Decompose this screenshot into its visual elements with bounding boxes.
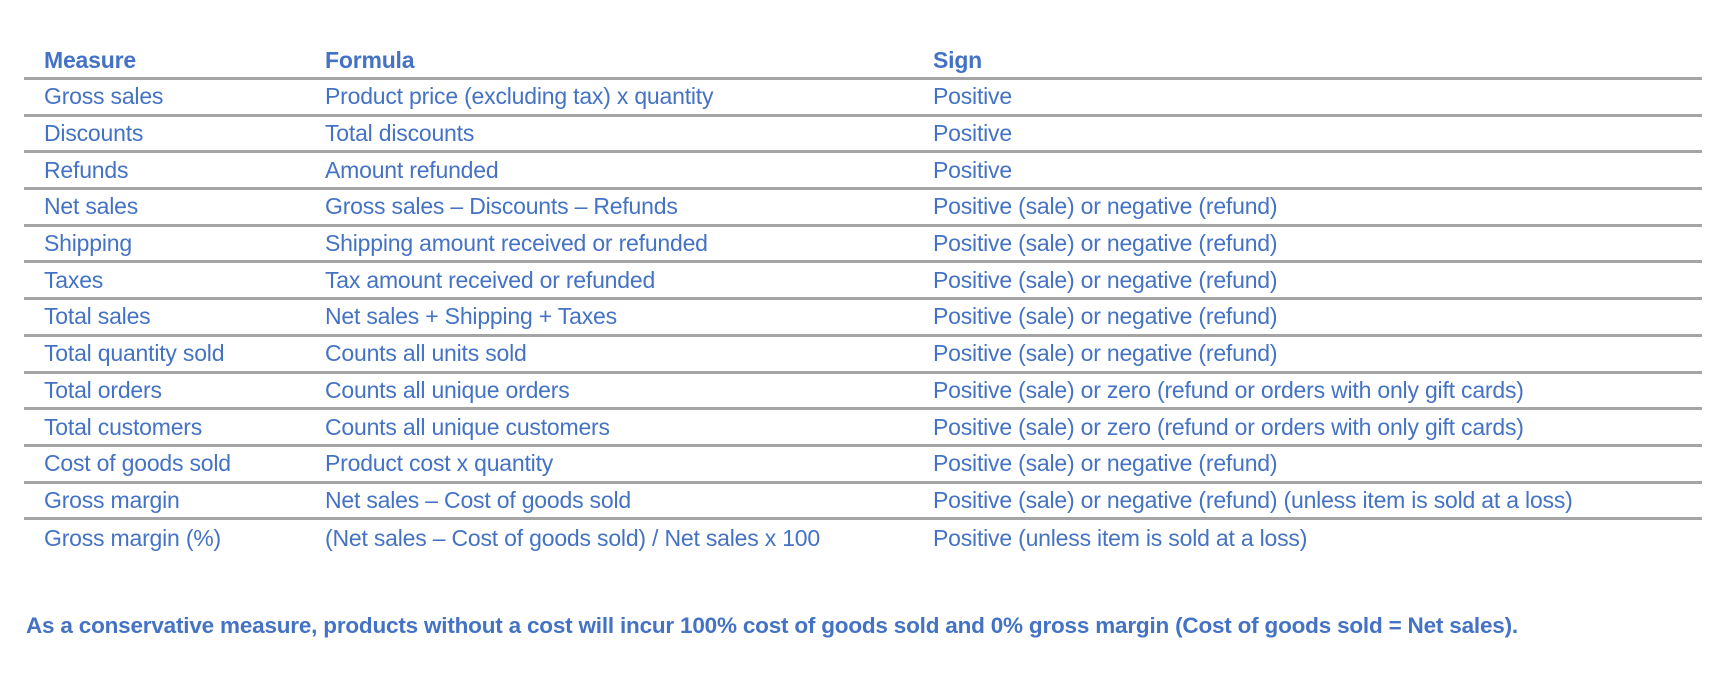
sign-cell: Positive (sale) or negative (refund)	[933, 340, 1278, 367]
formula-cell: Product cost x quantity	[325, 450, 554, 477]
sign-cell: Positive (sale) or negative (refund)	[933, 266, 1278, 293]
measure-cell: Taxes	[44, 266, 104, 293]
header-sign: Sign	[933, 47, 983, 73]
table-row: Shipping Shipping amount received or refu…	[24, 227, 1702, 264]
measure-cell: Shipping	[44, 230, 132, 257]
formula-cell: (Net sales – Cost of goods sold) / Net s…	[325, 525, 820, 552]
sign-cell: Positive	[933, 120, 1012, 147]
sign-cell: Positive (sale) or negative (refund)	[933, 450, 1278, 477]
formula-cell: Counts all units sold	[325, 340, 527, 367]
header-measure: Measure	[44, 47, 136, 73]
formula-cell: Net sales – Cost of goods sold	[325, 486, 631, 513]
table-row: Cost of goods sold Product cost x quantit…	[24, 447, 1702, 484]
sign-cell: Positive	[933, 83, 1012, 110]
measure-cell: Gross margin (%)	[44, 525, 221, 552]
header-formula: Formula	[325, 47, 415, 73]
measure-cell: Total orders	[44, 376, 162, 403]
formula-cell: Product price (excluding tax) x quantity	[325, 83, 714, 110]
measure-cell: Total quantity sold	[44, 340, 225, 367]
measure-cell: Gross margin	[44, 486, 180, 513]
measure-cell: Discounts	[44, 120, 144, 147]
table-row: Gross sales Product price (excluding tax)…	[24, 80, 1702, 117]
footnote: As a conservative measure, products with…	[26, 613, 1518, 638]
table-row: Net sales Gross sales – Discounts – Refun…	[24, 190, 1702, 227]
measures-table: Measure Formula Sign Gross sales Product …	[24, 44, 1702, 557]
formula-cell: Counts all unique customers	[325, 413, 610, 440]
sign-cell: Positive (sale) or zero (refund or order…	[933, 413, 1524, 440]
table-row: Refunds Amount refunded Positive	[24, 153, 1702, 191]
measure-cell: Net sales	[44, 193, 139, 220]
formula-cell: Shipping amount received or refunded	[325, 230, 708, 257]
formula-cell: Net sales + Shipping + Taxes	[325, 303, 617, 330]
sign-cell: Positive	[933, 156, 1012, 183]
sign-cell: Positive (sale) or negative (refund)	[933, 230, 1278, 257]
table-row: Taxes Tax amount received or refunded Posi…	[24, 263, 1702, 301]
formula-cell: Total discounts	[325, 120, 475, 147]
sign-cell: Positive (sale) or negative (refund) (un…	[933, 486, 1573, 513]
measure-cell: Cost of goods sold	[44, 450, 231, 477]
table-body: Gross sales Product price (excluding tax)…	[24, 80, 1702, 557]
table-row: Gross margin (%) (Net sales – Cost of goo…	[24, 520, 1702, 557]
formula-cell: Counts all unique orders	[325, 376, 570, 403]
sign-cell: Positive (sale) or negative (refund)	[933, 193, 1278, 220]
table-header-row: Measure Formula Sign	[24, 44, 1702, 80]
sign-cell: Positive (unless item is sold at a loss)	[933, 525, 1308, 552]
measure-cell: Gross sales	[44, 83, 164, 110]
formula-cell: Amount refunded	[325, 156, 499, 183]
measure-cell: Total customers	[44, 413, 203, 440]
table-row: Total customers Counts all unique custome…	[24, 410, 1702, 447]
measure-cell: Refunds	[44, 156, 129, 183]
formula-cell: Gross sales – Discounts – Refunds	[325, 193, 678, 220]
table-row: Total quantity sold Counts all units sold…	[24, 337, 1702, 374]
measure-cell: Total sales	[44, 303, 151, 330]
sign-cell: Positive (sale) or zero (refund or order…	[933, 376, 1524, 403]
table-row: Gross margin Net sales – Cost of goods so…	[24, 484, 1702, 521]
table-row: Total orders Counts all unique orders Posi…	[24, 374, 1702, 411]
sign-cell: Positive (sale) or negative (refund)	[933, 303, 1278, 330]
formula-cell: Tax amount received or refunded	[325, 266, 656, 293]
table-row: Discounts Total discounts Positive	[24, 117, 1702, 154]
table-row: Total sales Net sales + Shipping + Taxes P…	[24, 300, 1702, 337]
